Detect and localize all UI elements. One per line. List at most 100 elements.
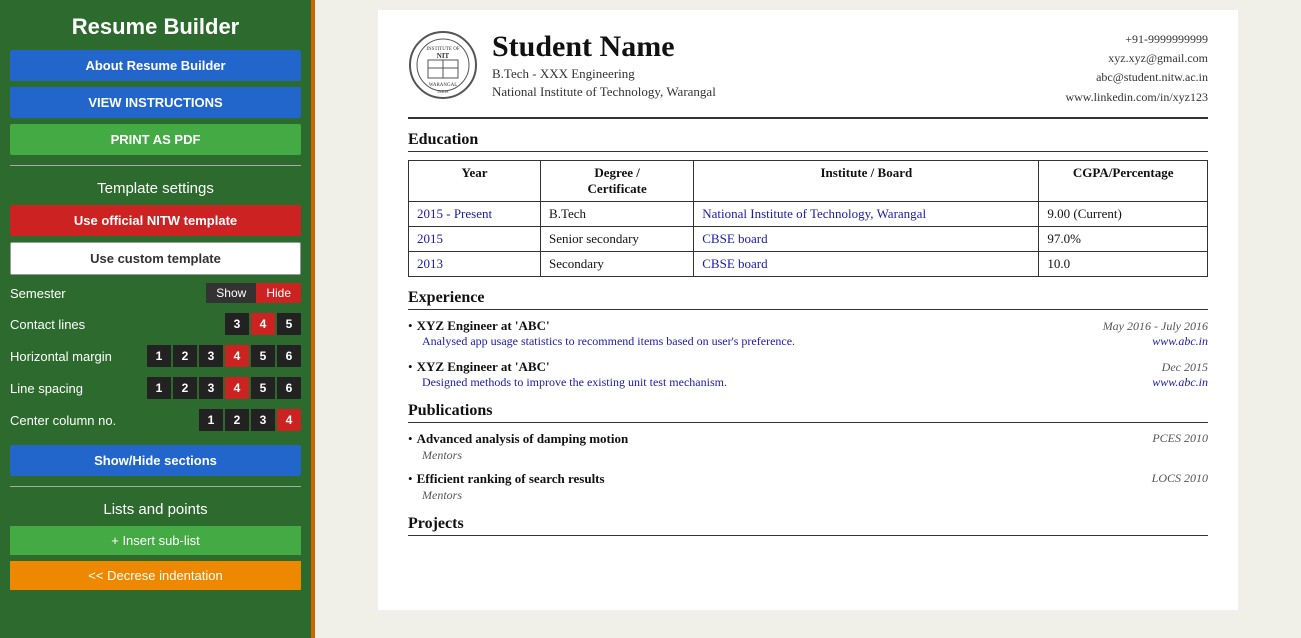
pub-title-row: • Efficient ranking of search results LO…	[408, 471, 1208, 487]
line-spacing-group: 1 2 3 4 5 6	[147, 377, 301, 399]
use-official-button[interactable]: Use official NITW template	[10, 205, 301, 236]
contact-phone: +91-9999999999	[1065, 30, 1208, 49]
contact-linkedin: www.linkedin.com/in/xyz123	[1065, 88, 1208, 107]
horizontal-margin-row: Horizontal margin 1 2 3 4 5 6	[10, 345, 301, 367]
ls-4[interactable]: 4	[225, 377, 249, 399]
cc-2[interactable]: 2	[225, 409, 249, 431]
exp-description: Designed methods to improve the existing…	[408, 375, 1152, 390]
education-title: Education	[408, 131, 1208, 152]
exp-title-row: • XYZ Engineer at 'ABC' Dec 2015	[408, 359, 1208, 375]
resume-document: INSTITUTE OF NIT WARANGAL INDIA Student …	[378, 10, 1238, 610]
exp-title: XYZ Engineer at 'ABC'	[417, 318, 1103, 334]
hm-4[interactable]: 4	[225, 345, 249, 367]
experience-list: • XYZ Engineer at 'ABC' May 2016 - July …	[408, 318, 1208, 390]
ls-1[interactable]: 1	[147, 377, 171, 399]
exp-title: XYZ Engineer at 'ABC'	[417, 359, 1162, 375]
publications-title: Publications	[408, 402, 1208, 423]
contact-email1: xyz.xyz@gmail.com	[1065, 49, 1208, 68]
pub-venue: PCES 2010	[1152, 431, 1208, 447]
svg-text:WARANGAL: WARANGAL	[429, 83, 458, 88]
hm-6[interactable]: 6	[277, 345, 301, 367]
insert-sub-list-button[interactable]: + Insert sub-list	[10, 526, 301, 555]
use-custom-button[interactable]: Use custom template	[10, 242, 301, 275]
pub-venue: LOCS 2010	[1152, 471, 1208, 487]
student-institute: National Institute of Technology, Warang…	[492, 84, 1065, 100]
sidebar: Resume Builder About Resume Builder VIEW…	[0, 0, 315, 638]
contact-lines-4[interactable]: 4	[251, 313, 275, 335]
exp-title-row: • XYZ Engineer at 'ABC' May 2016 - July …	[408, 318, 1208, 334]
publications-list: • Advanced analysis of damping motion PC…	[408, 431, 1208, 503]
table-row: 2015 Senior secondary CBSE board 97.0%	[409, 226, 1208, 251]
list-item: • XYZ Engineer at 'ABC' May 2016 - July …	[408, 318, 1208, 349]
pub-title-row: • Advanced analysis of damping motion PC…	[408, 431, 1208, 447]
about-button[interactable]: About Resume Builder	[10, 50, 301, 81]
exp-link: www.abc.in	[1152, 375, 1208, 390]
pub-bullet: •	[408, 431, 413, 447]
hm-5[interactable]: 5	[251, 345, 275, 367]
exp-bullet: •	[408, 359, 413, 375]
student-name: Student Name	[492, 30, 1065, 64]
resume-header: INSTITUTE OF NIT WARANGAL INDIA Student …	[408, 30, 1208, 119]
experience-title: Experience	[408, 289, 1208, 310]
print-pdf-button[interactable]: PRINT AS PDF	[10, 124, 301, 155]
edu-year: 2015 - Present	[409, 201, 541, 226]
edu-institute: CBSE board	[694, 251, 1039, 276]
exp-link: www.abc.in	[1152, 334, 1208, 349]
horizontal-margin-group: 1 2 3 4 5 6	[147, 345, 301, 367]
pub-authors: Mentors	[422, 488, 462, 502]
center-column-row: Center column no. 1 2 3 4	[10, 409, 301, 431]
ls-5[interactable]: 5	[251, 377, 275, 399]
pub-authors: Mentors	[422, 448, 462, 462]
resume-area: INSTITUTE OF NIT WARANGAL INDIA Student …	[315, 0, 1301, 638]
list-item: • XYZ Engineer at 'ABC' Dec 2015 Designe…	[408, 359, 1208, 390]
line-spacing-row: Line spacing 1 2 3 4 5 6	[10, 377, 301, 399]
horizontal-margin-label: Horizontal margin	[10, 349, 147, 364]
hm-2[interactable]: 2	[173, 345, 197, 367]
ls-3[interactable]: 3	[199, 377, 223, 399]
view-instructions-button[interactable]: VIEW INSTRUCTIONS	[10, 87, 301, 118]
contact-lines-5[interactable]: 5	[277, 313, 301, 335]
decrease-indent-button[interactable]: << Decrese indentation	[10, 561, 301, 590]
cc-4[interactable]: 4	[277, 409, 301, 431]
hm-1[interactable]: 1	[147, 345, 171, 367]
exp-date: Dec 2015	[1162, 360, 1208, 375]
divider-2	[10, 486, 301, 487]
hm-3[interactable]: 3	[199, 345, 223, 367]
line-spacing-label: Line spacing	[10, 381, 147, 396]
edu-cgpa: 97.0%	[1039, 226, 1208, 251]
edu-degree: B.Tech	[541, 201, 694, 226]
student-degree: B.Tech - XXX Engineering	[492, 66, 1065, 82]
semester-hide-button[interactable]: Hide	[256, 283, 301, 303]
edu-col-cgpa: CGPA/Percentage	[1039, 160, 1208, 201]
edu-degree: Secondary	[541, 251, 694, 276]
cc-3[interactable]: 3	[251, 409, 275, 431]
exp-bullet: •	[408, 318, 413, 334]
nitw-logo: INSTITUTE OF NIT WARANGAL INDIA	[408, 30, 478, 100]
app-title: Resume Builder	[10, 14, 301, 40]
edu-institute: CBSE board	[694, 226, 1039, 251]
edu-cgpa: 10.0	[1039, 251, 1208, 276]
education-table: Year Degree /Certificate Institute / Boa…	[408, 160, 1208, 277]
show-hide-sections-button[interactable]: Show/Hide sections	[10, 445, 301, 476]
svg-text:NIT: NIT	[437, 52, 450, 60]
edu-header-row: Year Degree /Certificate Institute / Boa…	[409, 160, 1208, 201]
edu-institute: National Institute of Technology, Warang…	[694, 201, 1039, 226]
resume-contact: +91-9999999999 xyz.xyz@gmail.com abc@stu…	[1065, 30, 1208, 107]
semester-row: Semester Show Hide	[10, 283, 301, 303]
exp-date: May 2016 - July 2016	[1103, 319, 1208, 334]
cc-1[interactable]: 1	[199, 409, 223, 431]
contact-lines-row: Contact lines 3 4 5	[10, 313, 301, 335]
edu-year: 2015	[409, 226, 541, 251]
edu-col-degree: Degree /Certificate	[541, 160, 694, 201]
table-row: 2015 - Present B.Tech National Institute…	[409, 201, 1208, 226]
pub-authors-row: Mentors	[408, 447, 1208, 463]
edu-col-institute: Institute / Board	[694, 160, 1039, 201]
exp-desc-row: Analysed app usage statistics to recomme…	[408, 334, 1208, 349]
edu-cgpa: 9.00 (Current)	[1039, 201, 1208, 226]
contact-lines-3[interactable]: 3	[225, 313, 249, 335]
ls-2[interactable]: 2	[173, 377, 197, 399]
semester-show-button[interactable]: Show	[206, 283, 256, 303]
center-column-group: 1 2 3 4	[199, 409, 301, 431]
contact-lines-label: Contact lines	[10, 317, 225, 332]
ls-6[interactable]: 6	[277, 377, 301, 399]
